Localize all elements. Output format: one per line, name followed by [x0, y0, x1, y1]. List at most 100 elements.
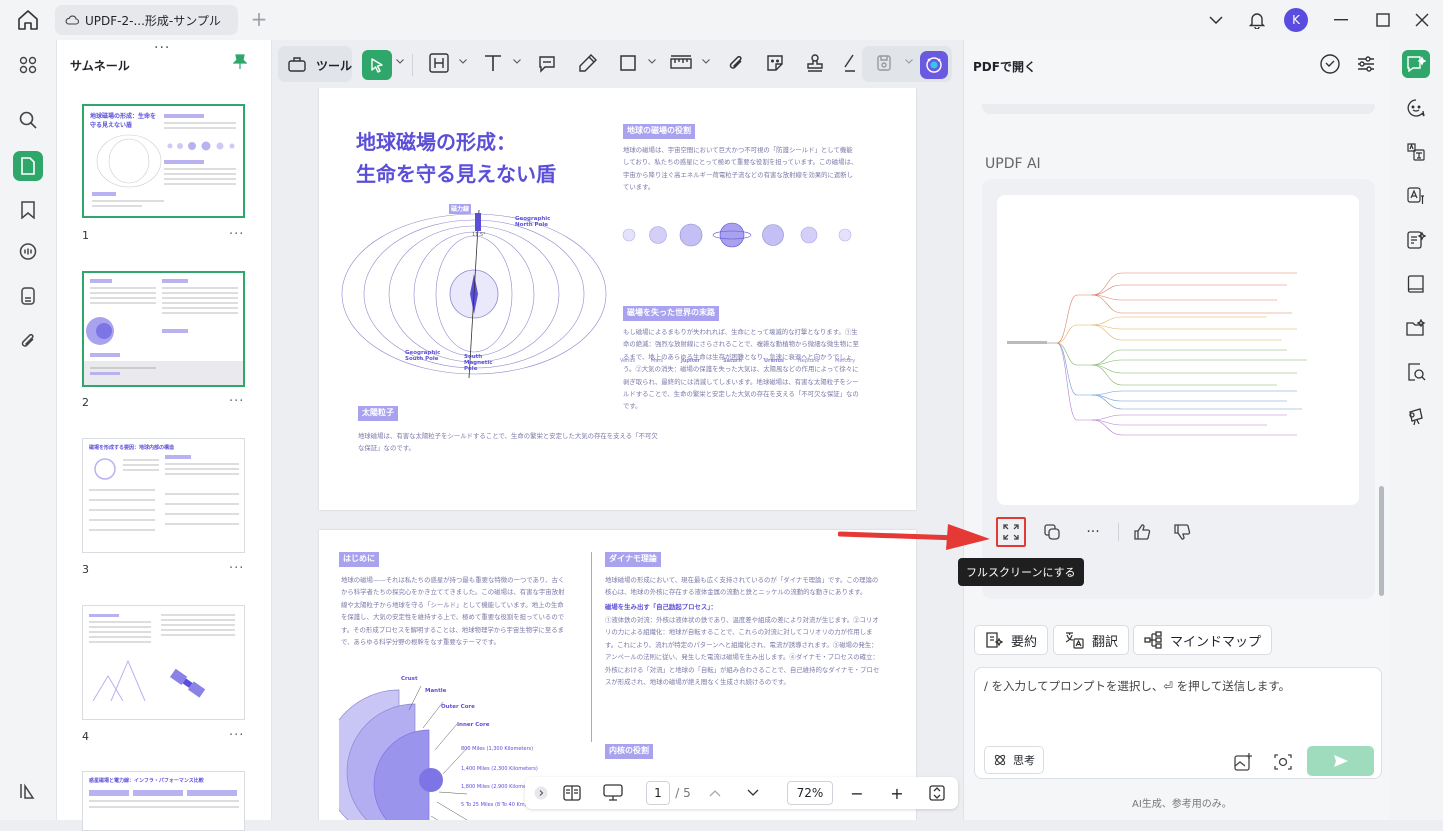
thumbnail-page-number: 3 — [82, 563, 89, 576]
save-icon[interactable] — [871, 50, 897, 76]
comment-icon[interactable] — [13, 237, 43, 267]
thumbnail-more-button[interactable]: ··· — [229, 561, 244, 576]
pen-tool-icon[interactable] — [575, 50, 601, 76]
chevron-down-icon[interactable] — [648, 59, 656, 67]
thumbnail-preview — [92, 114, 236, 207]
heading-tool-icon[interactable] — [426, 50, 452, 76]
bell-icon[interactable] — [1246, 9, 1268, 31]
panel-drag-handle[interactable]: ··· — [154, 40, 170, 56]
comment-tool-icon[interactable] — [534, 50, 560, 76]
avatar[interactable]: K — [1284, 8, 1308, 32]
thumbs-down-icon[interactable] — [1167, 517, 1197, 547]
open-in-pdf-label[interactable]: PDFで開く — [973, 58, 1036, 75]
thumbnail-preview — [89, 455, 239, 531]
zoom-level[interactable]: 72% — [787, 781, 833, 805]
thumbnails-icon[interactable] — [13, 151, 43, 181]
thumbnail-panel: ··· サムネール 地球磁場の形成：生命を守る見えない盾 1 ··· 2 ···… — [56, 40, 272, 831]
image-add-icon[interactable] — [1233, 752, 1253, 772]
new-tab-button[interactable]: + — [249, 9, 269, 30]
thumbnail-more-button[interactable]: ··· — [229, 227, 244, 242]
thumbnail-page-2[interactable] — [82, 271, 245, 387]
copy-icon[interactable] — [1037, 517, 1067, 547]
previous-page-icon[interactable] — [705, 781, 725, 805]
thumbnail-page-4[interactable] — [82, 605, 245, 720]
text-tool-icon[interactable] — [480, 50, 506, 76]
prompt-input[interactable]: / を入力してプロンプトを選択し、⏎ を押して送信します。 思考 — [974, 667, 1382, 779]
section-tag: 磁場を失った世界の末路 — [623, 306, 719, 321]
section-text: ①液体鉄の対流：外核は液体状の鉄であり、温度差や組成の差により対流が生じます。②… — [605, 616, 880, 687]
maximize-icon[interactable] — [1372, 9, 1394, 31]
tools-button[interactable]: ツール — [278, 46, 352, 82]
paperclip-icon[interactable] — [723, 50, 749, 76]
next-page-icon[interactable] — [743, 781, 763, 805]
ai-chat-icon[interactable] — [1402, 50, 1430, 78]
apps-grid-icon[interactable] — [13, 50, 43, 80]
thumbnail-page-5[interactable]: 惑星磁場と電力線：インフラ・パフォーマンス比較 — [82, 771, 245, 831]
more-options-button[interactable]: ··· — [1078, 517, 1108, 547]
home-icon[interactable] — [16, 9, 40, 31]
folder-ai-icon[interactable] — [1402, 314, 1430, 342]
summarize-icon — [986, 632, 1003, 648]
bookmark-icon[interactable] — [13, 195, 43, 225]
think-button[interactable]: 思考 — [984, 746, 1044, 774]
close-icon[interactable] — [1411, 9, 1433, 31]
chevron-down-icon[interactable] — [513, 59, 521, 67]
shape-tool-icon[interactable] — [615, 50, 641, 76]
thumbs-up-icon[interactable] — [1127, 517, 1157, 547]
send-icon — [1333, 755, 1348, 767]
tools-label: ツール — [316, 59, 353, 73]
collapse-icon[interactable] — [533, 781, 549, 805]
fit-page-icon[interactable] — [927, 781, 947, 805]
chevron-down-icon[interactable] — [396, 59, 404, 67]
zoom-in-button[interactable]: + — [887, 781, 907, 805]
measure-tool-icon[interactable] — [668, 50, 694, 76]
search-doc-icon[interactable] — [1402, 358, 1430, 386]
mind-map-chip[interactable]: マインドマップ — [1133, 625, 1273, 655]
send-button[interactable] — [1307, 746, 1374, 776]
translate-chip[interactable]: 翻訳 — [1053, 625, 1130, 655]
ai-write-icon[interactable] — [1402, 226, 1430, 254]
signature-icon[interactable] — [837, 50, 863, 76]
thumbnail-more-button[interactable]: ··· — [229, 728, 244, 743]
translate-doc-icon[interactable] — [1402, 182, 1430, 210]
south-mag-pole-label: South Magnetic Pole — [464, 354, 493, 372]
presentation-icon[interactable] — [601, 781, 625, 805]
layer-label: Outer Core — [441, 704, 475, 710]
translate-icon[interactable] — [1402, 138, 1430, 166]
paperclip-icon[interactable] — [13, 326, 43, 356]
sticker-icon[interactable] — [762, 50, 788, 76]
thumbnail-page-1[interactable]: 地球磁場の形成：生命を守る見えない盾 — [82, 104, 245, 218]
page-layout-icon[interactable] — [561, 781, 583, 805]
scrollbar-thumb[interactable] — [1379, 486, 1384, 596]
presentation-ai-icon[interactable] — [1402, 402, 1430, 430]
section-tag: 内核の役割 — [605, 744, 653, 759]
attachment-list-icon[interactable] — [13, 281, 43, 311]
chat-smile-icon[interactable] — [1402, 94, 1430, 122]
layers-icon[interactable] — [13, 776, 43, 806]
settings-sliders-icon[interactable] — [1356, 54, 1376, 74]
minimize-icon[interactable] — [1330, 9, 1352, 31]
fullscreen-button[interactable] — [996, 517, 1026, 547]
total-pages: / 5 — [675, 786, 691, 800]
mind-map-preview[interactable] — [997, 195, 1359, 505]
think-label: 思考 — [1013, 754, 1035, 767]
pin-icon[interactable] — [233, 54, 247, 70]
thumbnail-page-3[interactable]: 磁場を形成する要因：地球内部の構造 — [82, 438, 245, 553]
chevron-down-icon[interactable] — [905, 59, 913, 67]
search-icon[interactable] — [13, 105, 43, 135]
stamp-icon[interactable] — [802, 50, 828, 76]
zoom-out-button[interactable]: − — [847, 781, 867, 805]
page-number-input[interactable]: 1 — [646, 781, 670, 805]
history-icon[interactable] — [1319, 53, 1341, 75]
depth-label: 5 To 25 Miles (8 To 40 Km) — [461, 802, 527, 808]
screenshot-icon[interactable] — [1273, 752, 1293, 772]
document-tab[interactable]: UPDF-2-...形成-サンプル — [55, 5, 238, 35]
select-tool-icon[interactable] — [362, 50, 392, 80]
summarize-chip[interactable]: 要約 — [974, 625, 1049, 655]
thumbnail-more-button[interactable]: ··· — [229, 394, 244, 409]
updf-ai-icon[interactable] — [920, 51, 948, 79]
chevron-down-icon[interactable] — [1205, 9, 1227, 31]
chevron-down-icon[interactable] — [459, 59, 467, 67]
chevron-down-icon[interactable] — [702, 59, 710, 67]
book-icon[interactable] — [1402, 270, 1430, 298]
